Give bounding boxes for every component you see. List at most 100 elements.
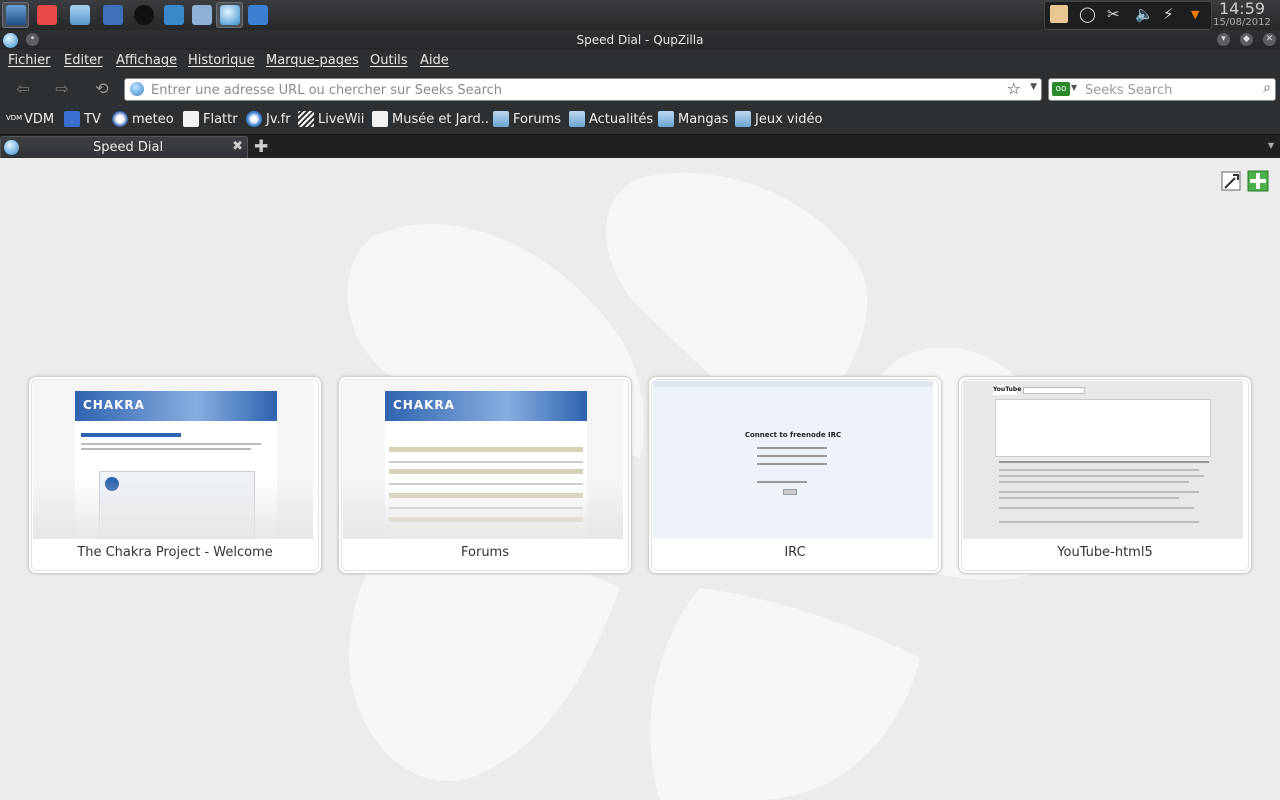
clock[interactable]: 14:59 15/08/2012 — [1212, 0, 1272, 29]
search-engine-dropdown-icon[interactable]: ▼ — [1071, 83, 1077, 92]
bookmark-vdm[interactable]: VDM VDM — [6, 110, 54, 128]
chakra-header: CHAKRA — [385, 391, 587, 421]
tv-icon — [64, 111, 80, 127]
network-plug-icon[interactable]: ⚡ — [1163, 5, 1174, 23]
speed-dial-item-chakra[interactable]: CHAKRA The Chakra Project - Welcome — [28, 376, 322, 574]
desktop-panel: ◯ ✂ 🔈 ⚡ ▼ 14:59 15/08/2012 — [0, 0, 1280, 31]
navigation-toolbar: ⇦ ⇨ ⟲ ☆ ▼ oo ▼ ⌕ — [0, 74, 1280, 104]
menu-aide[interactable]: Aide — [420, 53, 449, 68]
url-input[interactable] — [149, 80, 1013, 100]
tab-bar: Speed Dial ✖ ✚ ▼ — [0, 134, 1280, 159]
tab-list-dropdown-icon[interactable]: ▼ — [1268, 141, 1274, 150]
task-app-7[interactable] — [188, 2, 215, 28]
notes-icon[interactable] — [1050, 5, 1068, 23]
bookmark-jvfr[interactable]: Jv.fr — [246, 110, 291, 128]
speed-dial-settings-button[interactable] — [1220, 170, 1242, 192]
bookmark-label: Mangas — [678, 111, 729, 127]
search-icon[interactable]: ⌕ — [1263, 80, 1271, 96]
tray-expand-icon[interactable]: ▼ — [1191, 8, 1199, 21]
back-button[interactable]: ⇦ — [12, 79, 34, 99]
task-app-9[interactable] — [244, 2, 271, 28]
url-bar: ☆ ▼ — [124, 78, 1042, 101]
bookmark-label: Musée et Jard.. — [392, 111, 490, 127]
menu-affichage[interactable]: Affichage — [116, 53, 177, 68]
clock-time: 14:59 — [1218, 0, 1266, 18]
tab-speed-dial[interactable]: Speed Dial ✖ — [0, 136, 248, 159]
dial-thumbnail: YouTube — [963, 381, 1243, 539]
reload-button[interactable]: ⟲ — [91, 79, 113, 99]
task-file-manager[interactable] — [66, 2, 93, 28]
minimize-icon[interactable]: ▾ — [1217, 33, 1230, 46]
bookmark-folder-mangas[interactable]: Mangas — [658, 110, 728, 128]
task-qupzilla[interactable] — [216, 2, 243, 28]
bookmark-meteo[interactable]: meteo — [112, 110, 174, 128]
close-tab-icon[interactable]: ✖ — [232, 139, 243, 154]
qupzilla-icon — [220, 5, 240, 25]
bookmark-label: Flattr — [203, 111, 238, 127]
chat-tray-icon[interactable]: ◯ — [1079, 5, 1096, 23]
qupzilla-favicon-icon — [4, 140, 19, 155]
menu-marque-pages[interactable]: Marque-pages — [266, 53, 359, 68]
bookmark-folder-forums[interactable]: Forums — [493, 110, 561, 128]
site-globe-icon[interactable] — [130, 82, 144, 96]
page-icon — [183, 111, 199, 127]
task-app-4[interactable] — [99, 2, 126, 28]
bookmark-folder-actualites[interactable]: Actualités — [569, 110, 653, 128]
livewii-icon — [298, 111, 314, 127]
bookmark-label: Forums — [513, 111, 561, 127]
speed-dial-item-forums[interactable]: CHAKRA Forums — [338, 376, 632, 574]
dial-thumbnail: CHAKRA — [33, 381, 313, 539]
folder-icon — [70, 5, 90, 25]
bookmark-star-icon[interactable]: ☆ — [1007, 79, 1021, 98]
bookmark-flattr[interactable]: Flattr — [183, 110, 238, 128]
chat-icon — [134, 5, 154, 25]
vdm-icon: VDM — [6, 114, 23, 122]
folder-icon — [493, 111, 509, 127]
scissors-icon[interactable]: ✂ — [1107, 5, 1120, 23]
dial-title: YouTube-html5 — [1057, 545, 1153, 560]
task-app-6[interactable] — [160, 2, 187, 28]
search-bar: oo ▼ ⌕ — [1048, 78, 1276, 101]
add-dial-button[interactable] — [1247, 170, 1269, 192]
bookmark-label: Jv.fr — [266, 111, 291, 127]
seeks-engine-icon[interactable]: oo — [1052, 82, 1070, 96]
wrench-icon — [1221, 171, 1241, 191]
bookmark-label: VDM — [24, 111, 55, 127]
folder-icon — [658, 111, 674, 127]
app-blue-icon — [103, 5, 123, 25]
volume-icon[interactable]: 🔈 — [1135, 5, 1154, 23]
bookmark-tv[interactable]: TV — [64, 110, 101, 128]
folder-icon — [569, 111, 585, 127]
search-input[interactable] — [1083, 80, 1247, 100]
menu-historique[interactable]: Historique — [188, 53, 255, 68]
menu-outils[interactable]: Outils — [370, 53, 408, 68]
task-chat[interactable] — [130, 2, 157, 28]
folder-icon — [735, 111, 751, 127]
task-desktop[interactable] — [2, 2, 29, 28]
dial-title: The Chakra Project - Welcome — [77, 545, 273, 560]
bookmark-label: TV — [84, 111, 101, 127]
task-red-app[interactable] — [33, 2, 60, 28]
new-tab-button[interactable]: ✚ — [254, 137, 268, 157]
speed-dial-page: CHAKRA The Chakra Project - Welcome CHAK… — [0, 158, 1280, 800]
bookmark-folder-jeux-video[interactable]: Jeux vidéo — [735, 110, 822, 128]
window-title: Speed Dial - QupZilla — [576, 33, 704, 47]
url-history-dropdown-icon[interactable]: ▼ — [1030, 82, 1037, 92]
speed-dial-item-youtube[interactable]: YouTube YouTube-html5 — [958, 376, 1252, 574]
speed-dial-item-irc[interactable]: Connect to freenode IRC IRC — [648, 376, 942, 574]
clock-date: 15/08/2012 — [1213, 17, 1271, 28]
bookmarks-toolbar: VDM VDM TV meteo Flattr Jv.fr LiveWii Mu… — [0, 106, 1280, 132]
maximize-icon[interactable]: ◆ — [1240, 33, 1253, 46]
forward-button[interactable]: ⇨ — [51, 79, 73, 99]
close-window-icon[interactable]: ✕ — [1263, 33, 1276, 46]
system-tray: ◯ ✂ 🔈 ⚡ ▼ — [1044, 1, 1212, 30]
desktop-icon — [6, 5, 26, 25]
tab-label: Speed Dial — [93, 140, 164, 155]
bookmark-label: LiveWii — [318, 111, 365, 127]
browser-window: • Speed Dial - QupZilla ▾ ◆ ✕ Fichier Ed… — [0, 30, 1280, 159]
menu-bar: Fichier Editer Affichage Historique Marq… — [0, 50, 1280, 72]
menu-fichier[interactable]: Fichier — [8, 53, 51, 68]
bookmark-musee[interactable]: Musée et Jard.. — [372, 110, 489, 128]
bookmark-livewii[interactable]: LiveWii — [298, 110, 364, 128]
menu-editer[interactable]: Editer — [64, 53, 103, 68]
